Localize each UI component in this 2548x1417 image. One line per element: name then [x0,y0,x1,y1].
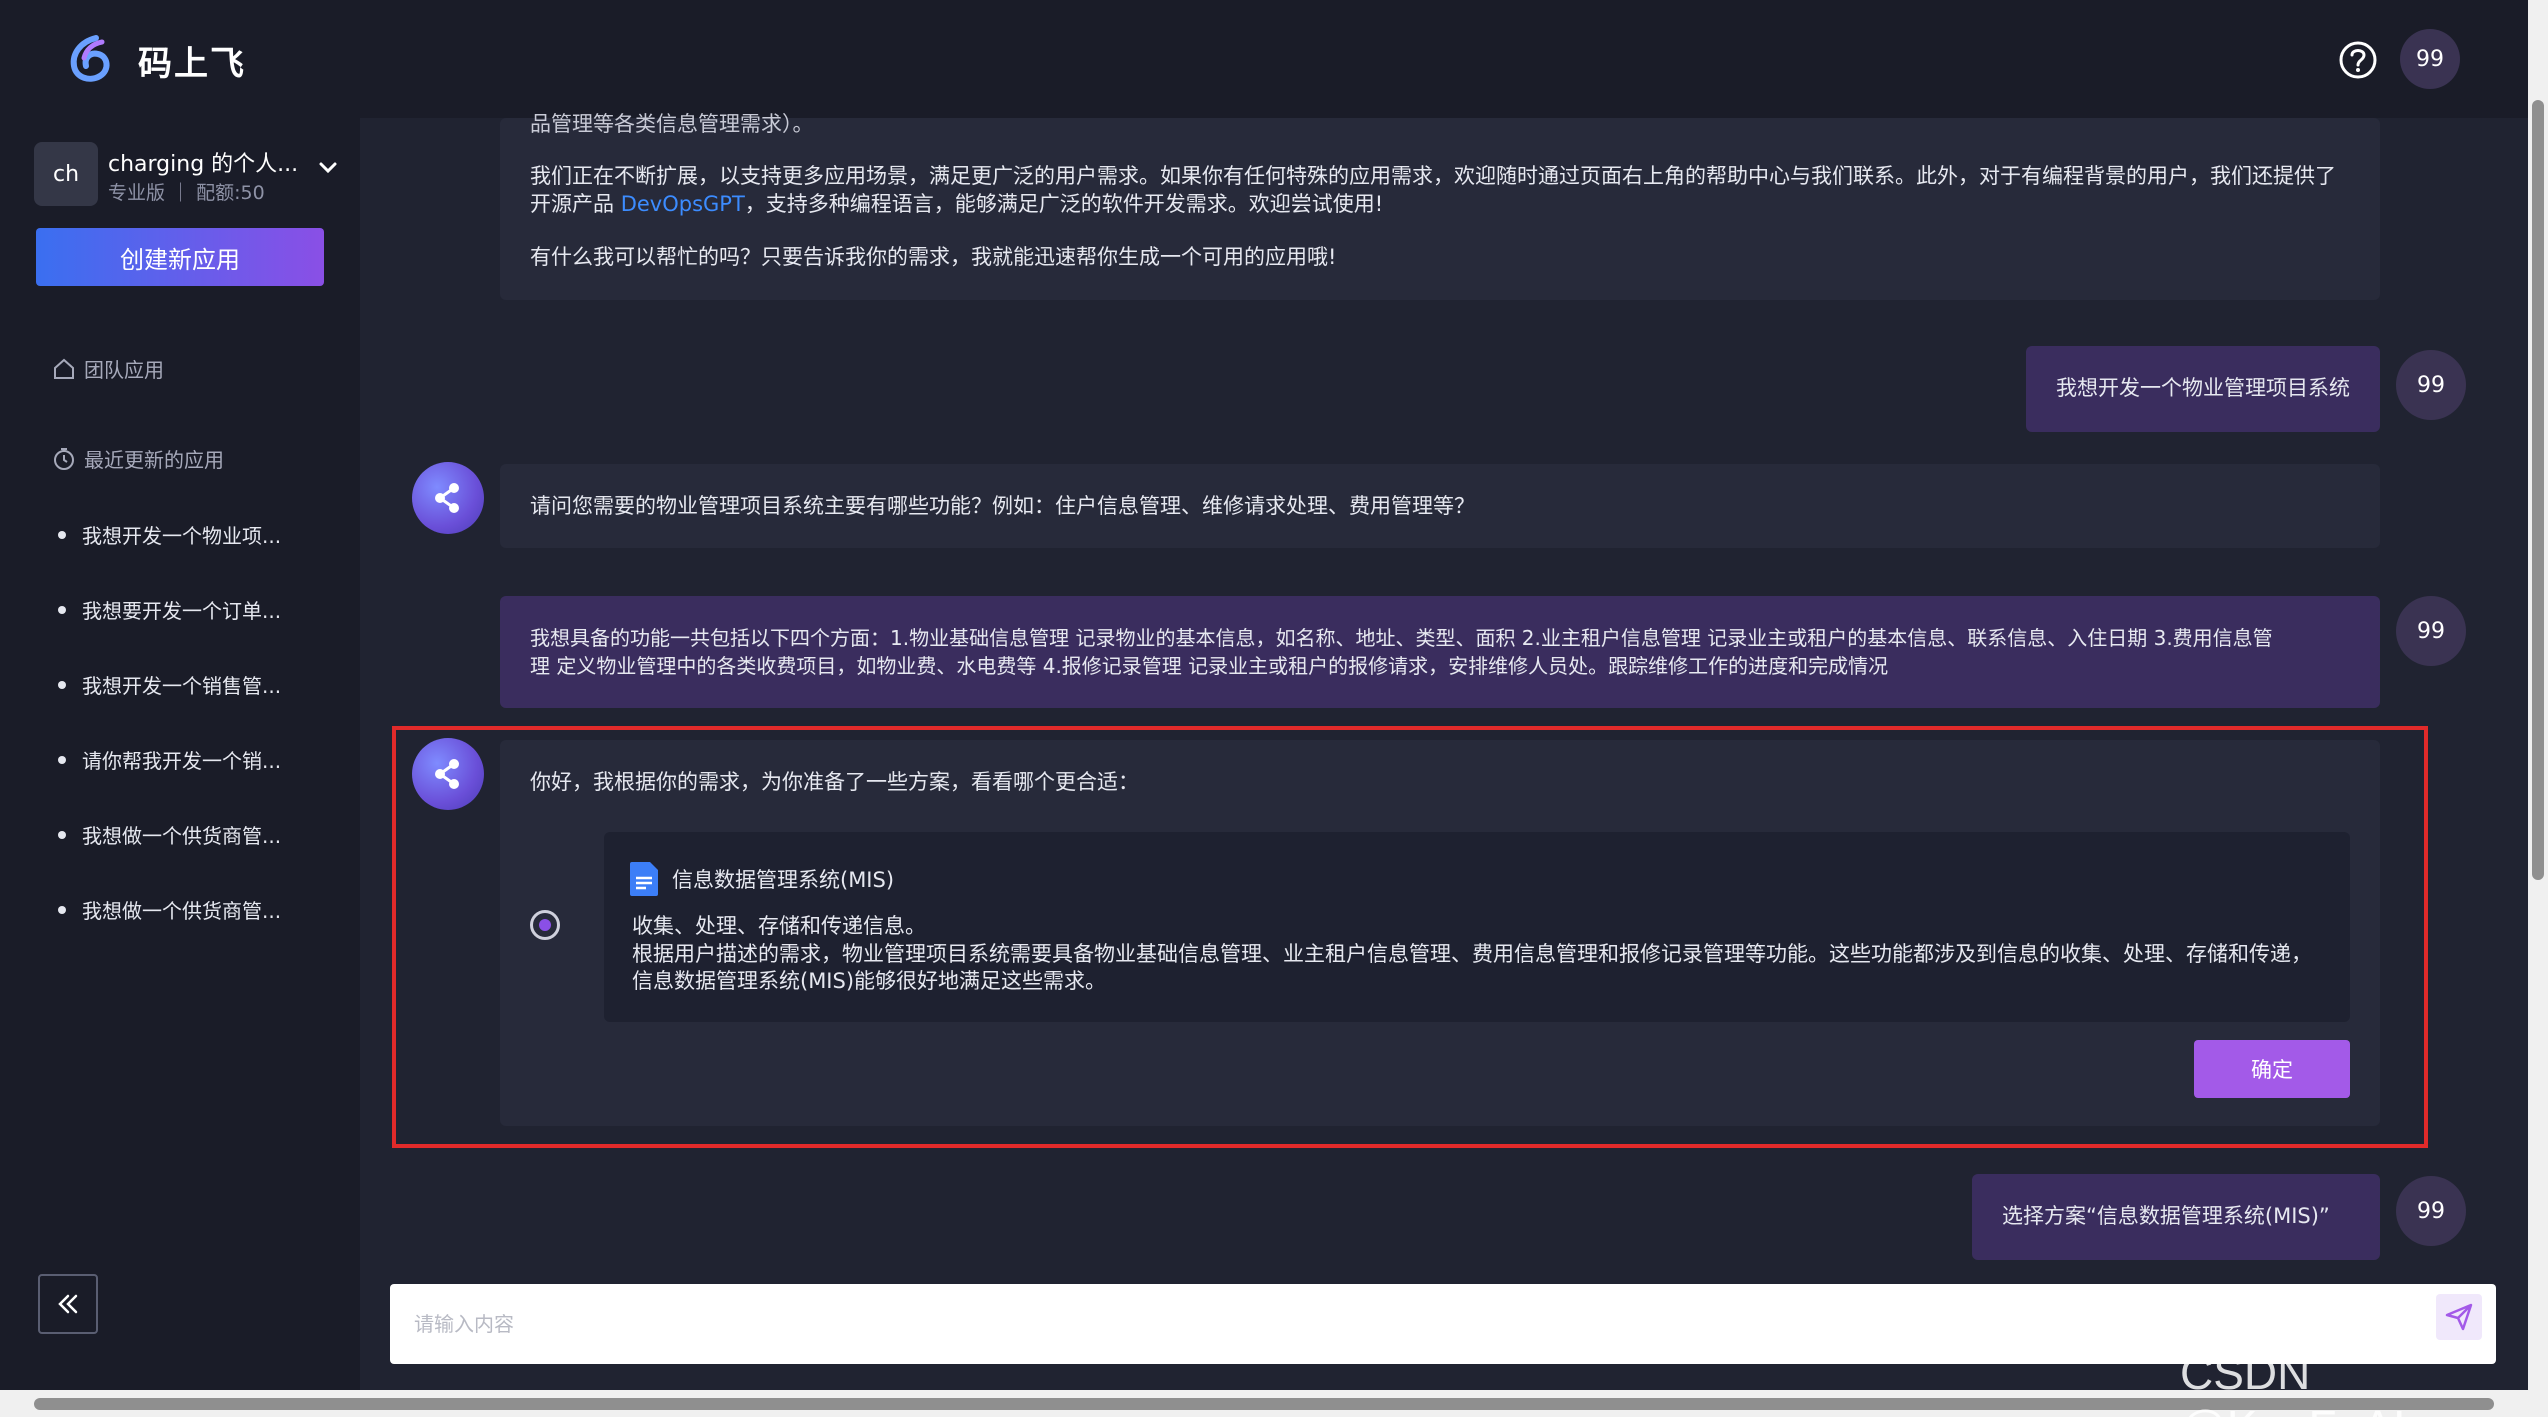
recent-app-label: 我想开发一个物业项... [82,524,282,548]
share-icon [435,483,459,513]
user-avatar: 99 [2396,350,2466,420]
user-avatar[interactable]: 99 [2400,29,2460,89]
recent-app-label: 我想开发一个销售管... [82,674,282,698]
horizontal-scrollbar-thumb[interactable] [34,1398,2494,1410]
user-avatar: 99 [2396,596,2466,666]
create-app-button[interactable]: 创建新应用 [36,228,324,286]
message-text: 我想开发一个物业管理项目系统 [2056,376,2350,400]
sidebar-item-team-apps[interactable]: 团队应用 [52,354,164,383]
app-logo-icon[interactable] [66,34,116,84]
bullet-icon [58,755,66,764]
sidebar: ch charging 的个人... 专业版 ｜ 配额:50 创建新应用 团队应… [0,118,360,1390]
collapse-sidebar-button[interactable] [38,1274,98,1334]
account-name: charging 的个人... [108,152,299,177]
bullet-icon [58,605,66,614]
recent-app-item[interactable]: 我想要开发一个订单... [58,595,281,624]
watermark: CSDN @KuaFuAI [2180,1347,2406,1417]
devopsgpt-link[interactable]: DevOpsGPT [621,192,745,216]
clock-icon [54,447,74,470]
user-account-switcher[interactable]: ch charging 的个人... 专业版 ｜ 配额:50 [34,142,344,206]
recent-app-label: 请你帮我开发一个销... [82,749,282,773]
sidebar-section-recent: 最近更新的应用 [52,444,224,473]
user-avatar: 99 [2396,1176,2466,1246]
sidebar-item-label: 团队应用 [84,358,164,382]
recent-app-item[interactable]: 我想开发一个销售管... [58,670,281,699]
message-text: 请问您需要的物业管理项目系统主要有哪些功能？例如：住户信息管理、维修请求处理、费… [530,494,1475,518]
chevron-down-icon[interactable] [314,154,342,182]
recent-app-item[interactable]: 我想做一个供货商管... [58,820,281,849]
send-icon [2445,1303,2473,1331]
help-icon[interactable] [2338,40,2378,80]
recent-app-label: 我想要开发一个订单... [82,599,282,623]
top-header: 码上飞 99 [0,0,2528,118]
bot-avatar-icon [412,462,484,534]
message-text: 我们正在不断扩展，以支持更多应用场景，满足更广泛的用户需求。如果你有任何特殊的应… [530,164,2336,188]
message-text-line: 开源产品 DevOpsGPT，支持多种编程语言，能够满足广泛的软件开发需求。欢迎… [530,190,1383,218]
user-message: 选择方案“信息数据管理系统(MIS)” [1972,1174,2380,1260]
double-chevron-left-icon [58,1294,78,1314]
bullet-icon [58,905,66,914]
account-avatar: ch [34,142,98,206]
message-text: 开源产品 [530,192,621,216]
recent-app-item[interactable]: 我想做一个供货商管... [58,895,281,924]
home-icon [54,358,74,379]
send-button[interactable] [2436,1294,2482,1340]
message-text: ，支持多种编程语言，能够满足广泛的软件开发需求。欢迎尝试使用! [744,192,1384,216]
vertical-scrollbar-thumb[interactable] [2532,100,2544,880]
highlight-annotation-box [392,726,2428,1148]
bullet-icon [58,680,66,689]
message-text: 我想具备的功能一共包括以下四个方面：1.物业基础信息管理 记录物业的基本信息，如… [530,626,2273,650]
sidebar-section-label: 最近更新的应用 [84,448,224,472]
user-message: 我想具备的功能一共包括以下四个方面：1.物业基础信息管理 记录物业的基本信息，如… [500,596,2380,708]
bot-message: 请问您需要的物业管理项目系统主要有哪些功能？例如：住户信息管理、维修请求处理、费… [500,464,2380,548]
message-text: 选择方案“信息数据管理系统(MIS)” [2002,1204,2330,1228]
recent-app-item[interactable]: 我想开发一个物业项... [58,520,281,549]
recent-app-label: 我想做一个供货商管... [82,899,282,923]
bullet-icon [58,530,66,539]
recent-app-label: 我想做一个供货商管... [82,824,282,848]
recent-app-item[interactable]: 请你帮我开发一个销... [58,745,281,774]
account-plan: 专业版 ｜ 配额:50 [108,182,265,204]
message-text: 品管理等各类信息管理需求）。 [530,112,814,136]
app-title: 码上飞 [138,44,246,84]
message-text: 理 定义物业管理中的各类收费项目，如物业费、水电费等 4.报修记录管理 记录业主… [530,654,1889,678]
user-message: 我想开发一个物业管理项目系统 [2026,346,2380,432]
message-text: 有什么我可以帮忙的吗？只要告诉我你的需求，我就能迅速帮你生成一个可用的应用哦! [530,245,1337,269]
bullet-icon [58,830,66,839]
